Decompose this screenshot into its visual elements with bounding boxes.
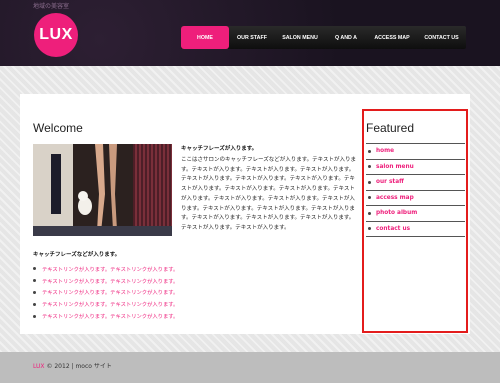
site-logo[interactable]: LUX xyxy=(34,13,78,57)
sidebar-item-contact-us[interactable]: contact us xyxy=(366,222,465,237)
sidebar-item-our-staff[interactable]: our staff xyxy=(366,175,465,191)
catchphrase-heading: キャッチフレーズが入ります。 xyxy=(181,146,258,152)
bullet-icon xyxy=(33,302,36,306)
site-footer: LUX © 2012 | moco サイト xyxy=(0,352,500,383)
sidebar-item-photo-album[interactable]: photo album xyxy=(366,206,465,222)
nav-item-q-and-a[interactable]: Q AND A xyxy=(325,26,367,49)
text-link[interactable]: テキストリンクが入ります。テキストリンクが入ります。 xyxy=(42,277,178,285)
featured-list: home salon menu our staff access map pho… xyxy=(366,143,465,237)
bullet-icon xyxy=(33,290,36,294)
site-header: 地域の美容室 LUX HOME OUR STAFF SALON MENU Q A… xyxy=(0,0,500,66)
sidebar-item-label[interactable]: salon menu xyxy=(376,164,414,170)
bullet-icon xyxy=(368,165,371,169)
bullet-icon xyxy=(33,314,36,318)
bullet-icon xyxy=(368,149,371,153)
bullet-icon xyxy=(368,211,371,215)
text-link[interactable]: テキストリンクが入ります。テキストリンクが入ります。 xyxy=(42,265,178,273)
page-title: Welcome xyxy=(33,121,83,135)
nav-item-access-map[interactable]: ACCESS MAP xyxy=(367,26,417,49)
site-tagline: 地域の美容室 xyxy=(33,3,70,10)
text-link[interactable]: テキストリンクが入ります。テキストリンクが入ります。 xyxy=(42,312,178,320)
footer-brand-link[interactable]: LUX xyxy=(33,363,45,370)
footer-copyright-text: © 2012 | moco サイト xyxy=(44,363,112,370)
nav-item-contact-us[interactable]: CONTACT US xyxy=(417,26,466,49)
bullet-icon xyxy=(368,180,371,184)
featured-title: Featured xyxy=(366,121,415,135)
sidebar-item-label[interactable]: home xyxy=(376,148,394,154)
sidebar-item-label[interactable]: access map xyxy=(376,195,414,201)
bullet-icon xyxy=(33,267,36,271)
bullet-icon xyxy=(33,279,36,283)
nav-item-home[interactable]: HOME xyxy=(181,26,229,49)
sidebar-item-label[interactable]: contact us xyxy=(376,226,410,232)
list-item[interactable]: テキストリンクが入ります。テキストリンクが入ります。 xyxy=(33,263,178,275)
sidebar-item-label[interactable]: photo album xyxy=(376,210,417,216)
text-link[interactable]: テキストリンクが入ります。テキストリンクが入ります。 xyxy=(42,288,178,296)
list-item[interactable]: テキストリンクが入ります。テキストリンクが入ります。 xyxy=(33,298,178,310)
text-link[interactable]: テキストリンクが入ります。テキストリンクが入ります。 xyxy=(42,300,178,308)
list-item[interactable]: テキストリンクが入ります。テキストリンクが入ります。 xyxy=(33,287,178,299)
salon-photo xyxy=(33,144,172,236)
nav-item-salon-menu[interactable]: SALON MENU xyxy=(275,26,325,49)
bullet-icon xyxy=(368,227,371,231)
sidebar-item-home[interactable]: home xyxy=(366,144,465,160)
list-item[interactable]: テキストリンクが入ります。テキストリンクが入ります。 xyxy=(33,275,178,287)
sidebar-item-access-map[interactable]: access map xyxy=(366,191,465,206)
main-nav: HOME OUR STAFF SALON MENU Q AND A ACCESS… xyxy=(181,26,466,49)
text-link-list: テキストリンクが入ります。テキストリンクが入ります。 テキストリンクが入ります。… xyxy=(33,263,178,322)
sidebar-item-label[interactable]: our staff xyxy=(376,179,404,185)
footer-copyright: LUX © 2012 | moco サイト xyxy=(33,361,112,370)
intro-paragraph: ここはさサロンのキャッチフレーズなどが入ります。テキストが入ります。テキストが入… xyxy=(181,157,357,231)
bullet-icon xyxy=(368,196,371,200)
sub-heading: キャッチフレーズなどが入ります。 xyxy=(33,252,121,258)
list-item[interactable]: テキストリンクが入ります。テキストリンクが入ります。 xyxy=(33,310,178,322)
sidebar-item-salon-menu[interactable]: salon menu xyxy=(366,160,465,175)
nav-item-our-staff[interactable]: OUR STAFF xyxy=(229,26,275,49)
